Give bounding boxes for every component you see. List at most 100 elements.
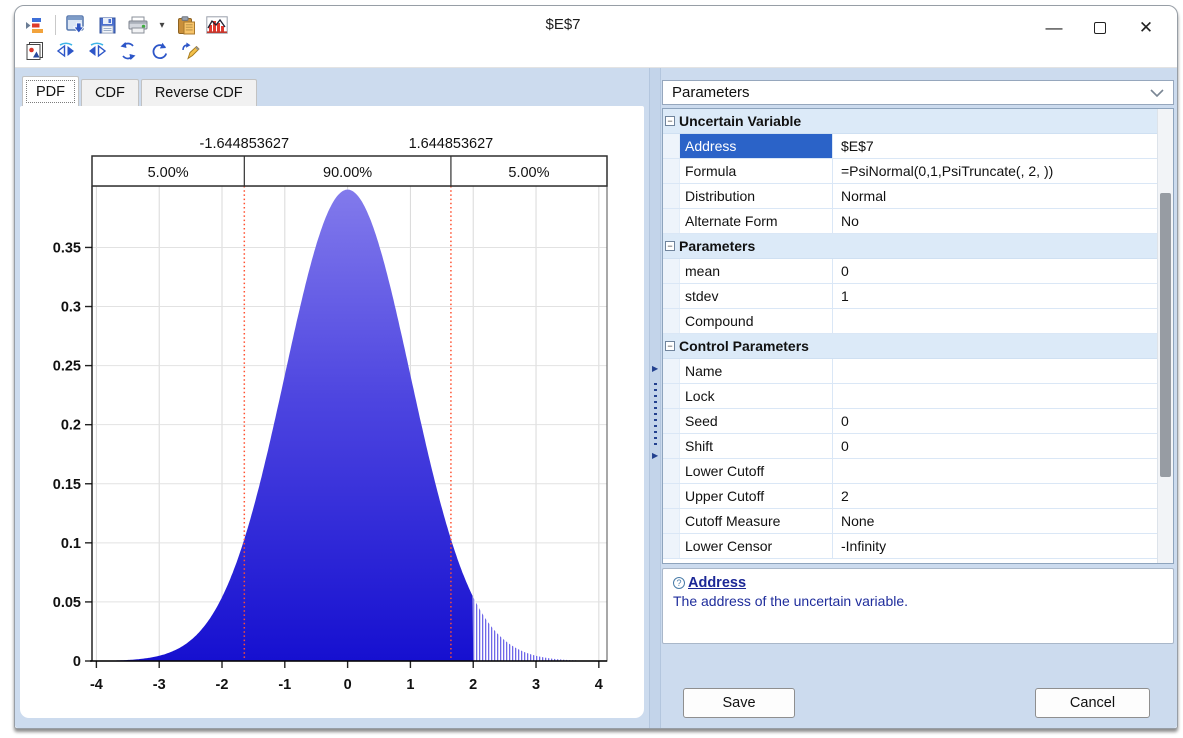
- row-label[interactable]: Shift: [680, 434, 833, 458]
- window-controls: — ✕: [1031, 10, 1169, 46]
- grid-row-lower-cutoff[interactable]: Lower Cutoff: [663, 459, 1157, 484]
- panel-selector[interactable]: Parameters: [662, 80, 1174, 105]
- row-value[interactable]: 0: [833, 409, 1157, 433]
- rotate-icon[interactable]: [146, 39, 172, 63]
- row-gutter: [663, 459, 680, 483]
- row-label[interactable]: Lower Cutoff: [680, 459, 833, 483]
- print-dropdown-icon[interactable]: ▾: [156, 13, 168, 37]
- grid-row-lock[interactable]: Lock: [663, 384, 1157, 409]
- grid-row-alternate-form[interactable]: Alternate FormNo: [663, 209, 1157, 234]
- grid-row-formula[interactable]: Formula=PsiNormal(0,1,PsiTruncate(, 2, )…: [663, 159, 1157, 184]
- row-value[interactable]: Normal: [833, 184, 1157, 208]
- parameters-panel: Parameters −Uncertain VariableAddress$E$…: [661, 68, 1177, 728]
- row-label[interactable]: Distribution: [680, 184, 833, 208]
- row-label[interactable]: Alternate Form: [680, 209, 833, 233]
- grid-row-name[interactable]: Name: [663, 359, 1157, 384]
- row-label[interactable]: Seed: [680, 409, 833, 433]
- histogram-icon[interactable]: [204, 13, 230, 37]
- grid-row-stdev[interactable]: stdev1: [663, 284, 1157, 309]
- copy-image-icon[interactable]: [22, 39, 48, 63]
- svg-text:0.25: 0.25: [53, 359, 81, 375]
- flip-right-icon[interactable]: [84, 39, 110, 63]
- save-icon[interactable]: [94, 13, 120, 37]
- grid-row-cutoff-measure[interactable]: Cutoff MeasureNone: [663, 509, 1157, 534]
- grid-row-mean[interactable]: mean0: [663, 259, 1157, 284]
- percentile-band: 5.00%90.00%5.00%: [92, 156, 607, 186]
- row-label[interactable]: Compound: [680, 309, 833, 333]
- row-label[interactable]: Upper Cutoff: [680, 484, 833, 508]
- panel-splitter[interactable]: ▶ ▶: [649, 68, 661, 728]
- tab-pdf[interactable]: PDF: [22, 76, 79, 106]
- edit-points-icon[interactable]: [177, 39, 203, 63]
- collapse-icon[interactable]: −: [665, 116, 675, 126]
- row-gutter: [663, 384, 680, 408]
- copy-chart-icon[interactable]: [63, 13, 89, 37]
- row-value[interactable]: =PsiNormal(0,1,PsiTruncate(, 2, )): [833, 159, 1157, 183]
- grid-row-lower-censor[interactable]: Lower Censor-Infinity: [663, 534, 1157, 559]
- maximize-button[interactable]: [1077, 10, 1123, 46]
- flip-left-icon[interactable]: [53, 39, 79, 63]
- grid-scrollbar[interactable]: [1157, 109, 1173, 563]
- row-label[interactable]: Formula: [680, 159, 833, 183]
- close-button[interactable]: ✕: [1123, 10, 1169, 46]
- row-value[interactable]: [833, 309, 1157, 333]
- row-value[interactable]: $E$7: [833, 134, 1157, 158]
- row-value[interactable]: 0: [833, 259, 1157, 283]
- svg-text:1.644853627: 1.644853627: [409, 136, 494, 152]
- tab-cdf[interactable]: CDF: [81, 79, 139, 106]
- row-label[interactable]: stdev: [680, 284, 833, 308]
- svg-text:0.35: 0.35: [53, 240, 81, 256]
- svg-text:-1.644853627: -1.644853627: [200, 136, 290, 152]
- grid-section-parameters[interactable]: −Parameters: [663, 234, 1157, 259]
- row-value[interactable]: No: [833, 209, 1157, 233]
- splitter-arrow-icon[interactable]: ▶: [652, 451, 658, 460]
- grid-section-control-parameters[interactable]: −Control Parameters: [663, 334, 1157, 359]
- dialog-content: PDF CDF Reverse CDF -4-3-2-10123400.050.…: [15, 68, 1177, 728]
- grid-row-shift[interactable]: Shift0: [663, 434, 1157, 459]
- help-icon: ?: [673, 577, 685, 589]
- grid-row-address[interactable]: Address$E$7: [663, 134, 1157, 159]
- print-icon[interactable]: [125, 13, 151, 37]
- row-gutter: [663, 284, 680, 308]
- help-topic-link[interactable]: Address: [688, 575, 746, 591]
- grid-row-compound[interactable]: Compound: [663, 309, 1157, 334]
- row-gutter: [663, 134, 680, 158]
- pdf-chart[interactable]: -4-3-2-10123400.050.10.150.20.250.30.355…: [20, 106, 644, 718]
- row-value[interactable]: 2: [833, 484, 1157, 508]
- paste-icon[interactable]: [173, 13, 199, 37]
- flip-vertical-icon[interactable]: [115, 39, 141, 63]
- row-label[interactable]: mean: [680, 259, 833, 283]
- grid-row-seed[interactable]: Seed0: [663, 409, 1157, 434]
- row-value[interactable]: None: [833, 509, 1157, 533]
- row-label[interactable]: Address: [680, 134, 833, 158]
- title-bar[interactable]: ▾: [15, 6, 1177, 68]
- grid-row-upper-cutoff[interactable]: Upper Cutoff2: [663, 484, 1157, 509]
- grid-row-distribution[interactable]: DistributionNormal: [663, 184, 1157, 209]
- grid-scrollbar-thumb[interactable]: [1160, 193, 1171, 477]
- row-value[interactable]: -Infinity: [833, 534, 1157, 558]
- cancel-button[interactable]: Cancel: [1035, 688, 1150, 718]
- truncated-region: [473, 597, 583, 661]
- minimize-button[interactable]: —: [1031, 10, 1077, 46]
- row-label[interactable]: Lower Censor: [680, 534, 833, 558]
- help-description: The address of the uncertain variable.: [673, 593, 1163, 609]
- row-label[interactable]: Lock: [680, 384, 833, 408]
- row-label[interactable]: Name: [680, 359, 833, 383]
- save-button[interactable]: Save: [683, 688, 795, 718]
- chevron-down-icon: [1150, 89, 1164, 97]
- row-gutter: [663, 534, 680, 558]
- row-value[interactable]: [833, 459, 1157, 483]
- section-label: Control Parameters: [679, 334, 809, 358]
- row-value[interactable]: [833, 384, 1157, 408]
- row-value[interactable]: 0: [833, 434, 1157, 458]
- row-value[interactable]: [833, 359, 1157, 383]
- tab-reverse-cdf[interactable]: Reverse CDF: [141, 79, 257, 106]
- row-value[interactable]: 1: [833, 284, 1157, 308]
- chart-options-icon[interactable]: [22, 13, 48, 37]
- collapse-icon[interactable]: −: [665, 341, 675, 351]
- splitter-arrow-icon[interactable]: ▶: [652, 364, 658, 373]
- collapse-icon[interactable]: −: [665, 241, 675, 251]
- row-label[interactable]: Cutoff Measure: [680, 509, 833, 533]
- splitter-grip[interactable]: [654, 383, 657, 445]
- grid-section-uncertain-variable[interactable]: −Uncertain Variable: [663, 109, 1157, 134]
